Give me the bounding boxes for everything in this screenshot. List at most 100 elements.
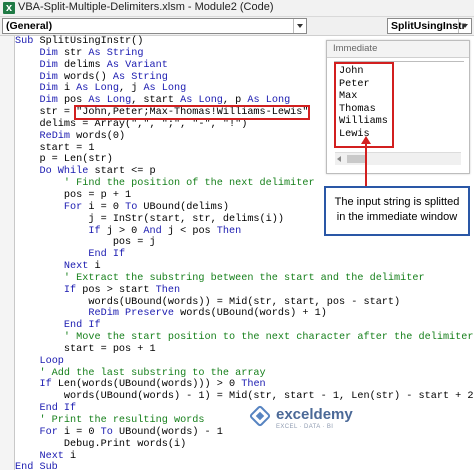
code-line[interactable]: start = pos + 1 (15, 344, 474, 356)
code-keyword: Loop (39, 355, 64, 367)
callout-line-2: in the immediate window (336, 211, 458, 223)
code-text: i (63, 83, 77, 95)
code-keyword: To (100, 426, 119, 438)
code-line[interactable]: ' Print the resulting words (15, 415, 474, 427)
code-comment: ' Print the resulting words (15, 415, 205, 426)
code-keyword: Do While (39, 166, 95, 178)
code-keyword: ReDim (39, 130, 77, 142)
code-text: pos = p + 1 (15, 189, 132, 201)
code-keyword: End Sub (15, 462, 58, 474)
code-line[interactable]: ' Move the start position to the next ch… (15, 332, 474, 344)
code-text: delims (63, 59, 107, 71)
code-keyword: If (88, 225, 107, 237)
callout-line-1: The input string is splitted (334, 196, 460, 208)
code-keyword: End If (88, 249, 126, 261)
immediate-window[interactable]: Immediate John Peter Max Thomas Williams Lewi… (326, 40, 470, 174)
code-keyword: End If (63, 320, 101, 332)
code-line[interactable]: words(UBound(words) - 1) = Mid(str, star… (15, 391, 474, 403)
code-text: str (63, 47, 89, 59)
code-line[interactable]: For i = 0 To UBound(words) - 1 (15, 427, 474, 439)
code-line[interactable]: pos = j (15, 237, 474, 249)
object-dropdown[interactable]: (General) (2, 18, 307, 34)
code-line[interactable]: Debug.Print words(i) (15, 439, 474, 451)
code-line[interactable]: ' Add the last substring to the array (15, 368, 474, 380)
code-keyword: As String (112, 71, 168, 83)
procedure-dropdown-value: SplitUsingInstr (391, 20, 466, 32)
logo-icon (248, 404, 272, 428)
output-line: John (339, 66, 364, 77)
code-keyword: Then (241, 379, 266, 391)
code-text: start <= p (94, 166, 156, 178)
code-keyword: As Long (88, 95, 132, 107)
code-text: delims = Array(",", ";", "-", "!") (15, 118, 248, 130)
code-comment: ' Move the start position to the next ch… (15, 332, 474, 344)
scroll-left-icon[interactable] (337, 156, 341, 162)
code-line[interactable]: Next i (15, 261, 474, 273)
code-text: j > 0 (106, 225, 144, 237)
code-keyword: And (143, 225, 168, 237)
code-line[interactable]: ReDim Preserve words(UBound(words) + 1) (15, 308, 474, 320)
code-keyword: As Long (76, 83, 119, 95)
code-keyword: If (39, 379, 58, 391)
code-keyword: Next (63, 261, 95, 273)
code-keyword: Dim (39, 71, 64, 83)
output-line: Williams (339, 116, 388, 127)
code-keyword: End If (39, 403, 77, 415)
code-line[interactable]: End If (15, 249, 474, 261)
code-text: words(0) (76, 130, 126, 142)
logo-tagline: EXCEL · DATA · BI (276, 424, 334, 430)
immediate-output-area[interactable]: John Peter Max Thomas Williams Lewis (334, 61, 464, 166)
code-comment: ' Extract the substring between the star… (15, 272, 425, 284)
chevron-down-icon[interactable] (293, 19, 306, 33)
horizontal-scrollbar[interactable] (335, 152, 461, 165)
code-text: words(UBound(words) + 1) (180, 308, 327, 320)
code-text: pos (63, 95, 89, 107)
module-toolbar: (General) SplitUsingInstr (0, 17, 474, 36)
code-text: pos > start (82, 284, 156, 296)
code-line[interactable]: Loop (15, 356, 474, 368)
code-text: Debug.Print words(i) (15, 438, 187, 450)
code-text: i = 0 (88, 201, 126, 213)
code-line[interactable]: If Len(words(UBound(words))) > 0 Then (15, 379, 474, 391)
code-line[interactable]: If pos > start Then (15, 285, 474, 297)
title-bar: VBA-Split-Multiple-Delimiters.xlsm - Mod… (0, 0, 474, 17)
procedure-dropdown[interactable]: SplitUsingInstr (387, 18, 472, 34)
output-line: Thomas (339, 103, 376, 115)
code-line[interactable]: End If (15, 320, 474, 332)
code-keyword: To (125, 201, 144, 213)
code-keyword: Dim (39, 59, 64, 71)
output-line: Max (339, 91, 358, 102)
object-dropdown-value: (General) (6, 20, 53, 32)
code-line[interactable]: End Sub (15, 462, 474, 474)
code-keyword: For (39, 426, 64, 438)
code-text: words() (63, 71, 113, 83)
code-text: , j (118, 83, 144, 95)
code-text: , p (222, 95, 248, 107)
excel-icon (3, 2, 15, 14)
code-margin[interactable] (0, 36, 15, 470)
scrollbar-thumb[interactable] (347, 155, 367, 163)
chevron-down-icon[interactable] (458, 19, 471, 33)
code-keyword: For (63, 201, 89, 213)
code-line[interactable]: words(UBound(words)) = Mid(str, start, p… (15, 297, 474, 309)
code-text: words(UBound(words) - 1) = Mid(str, star… (15, 391, 474, 403)
output-line: Peter (339, 78, 370, 90)
code-text: SplitUsingInstr() (39, 36, 144, 47)
code-line[interactable]: Next i (15, 451, 474, 463)
code-text: j < pos (167, 225, 217, 237)
code-line[interactable]: End If (15, 403, 474, 415)
annotation-callout: The input string is splitted in the imme… (324, 186, 470, 236)
code-line[interactable]: ' Extract the substring between the star… (15, 273, 474, 285)
